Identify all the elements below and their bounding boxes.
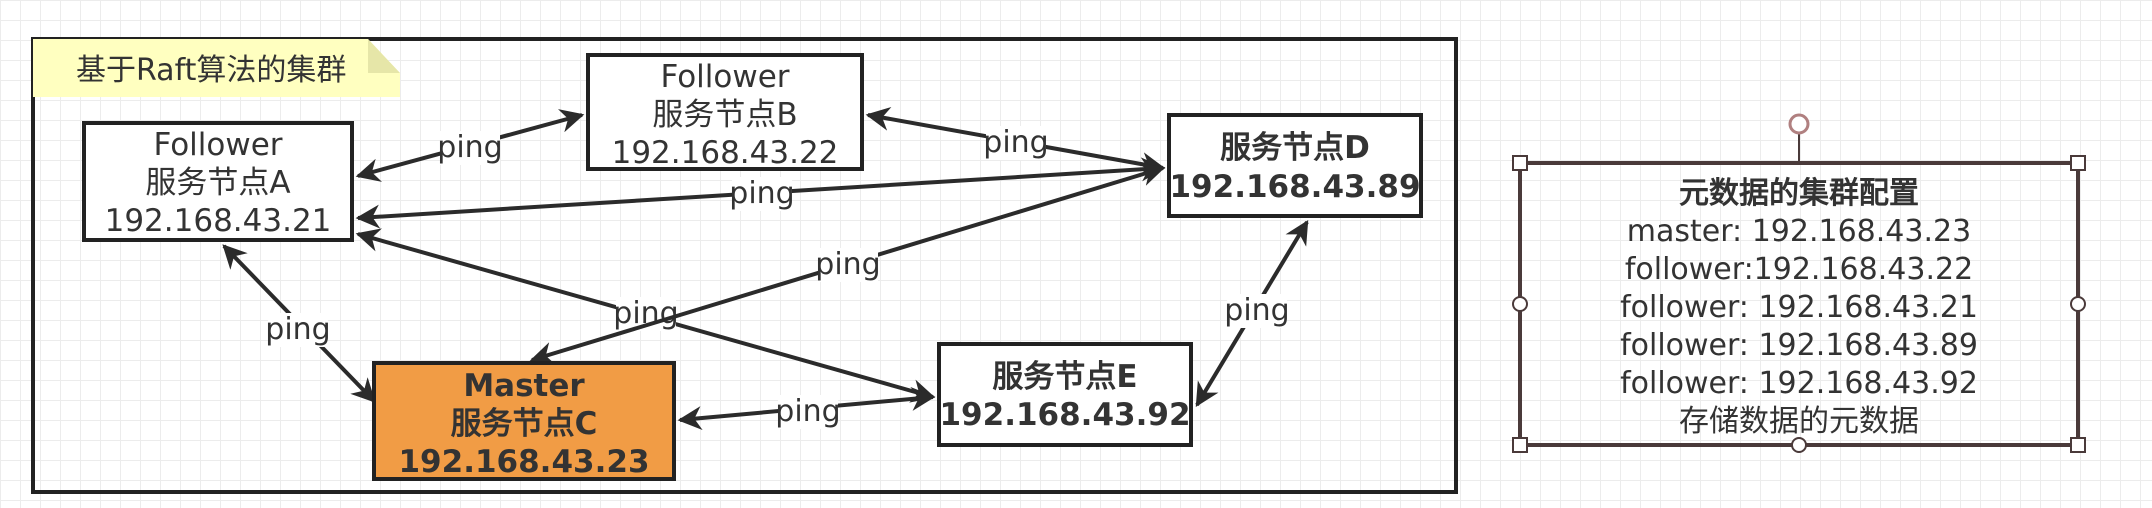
node-b-role: Follower: [660, 59, 789, 95]
edge-label-c-e: ping: [775, 394, 840, 429]
resize-handle-bottom[interactable]: [1791, 437, 1807, 453]
edge-label-a-c: ping: [265, 312, 330, 347]
node-e-ip: 192.168.43.92: [939, 397, 1190, 433]
cluster-title: 基于Raft算法的集群: [76, 53, 346, 88]
resize-handle-left[interactable]: [1512, 296, 1528, 312]
metadata-box[interactable]: 元数据的集群配置 master: 192.168.43.23 follower:…: [1518, 161, 2080, 447]
edge-label-c-d: ping: [815, 247, 880, 282]
metadata-line-follower-b: follower:192.168.43.22: [1625, 252, 1973, 287]
metadata-title: 元数据的集群配置: [1679, 176, 1919, 211]
metadata-line-master: master: 192.168.43.23: [1627, 214, 1971, 249]
edge-label-a-b: ping: [437, 130, 502, 165]
rotate-handle[interactable]: [1788, 113, 1810, 135]
metadata-line-follower-a: follower: 192.168.43.21: [1620, 290, 1978, 325]
node-b-name: 服务节点B: [652, 97, 797, 133]
node-b[interactable]: Follower 服务节点B 192.168.43.22: [586, 53, 864, 171]
node-d-name: 服务节点D: [1220, 130, 1370, 166]
resize-handle-right[interactable]: [2070, 296, 2086, 312]
node-d-ip: 192.168.43.89: [1169, 169, 1420, 205]
cluster-title-note[interactable]: 基于Raft算法的集群: [33, 39, 400, 97]
node-c-name: 服务节点C: [451, 406, 598, 442]
node-c-ip: 192.168.43.23: [398, 444, 649, 480]
resize-handle-bottom-left[interactable]: [1512, 437, 1528, 453]
resize-handle-top-left[interactable]: [1512, 155, 1528, 171]
diagram-canvas: 基于Raft算法的集群 ping ping ping ping ping ping ping…: [31, 37, 2086, 494]
resize-handle-top-right[interactable]: [2070, 155, 2086, 171]
node-d[interactable]: 服务节点D 192.168.43.89: [1167, 113, 1423, 218]
node-a-ip: 192.168.43.21: [105, 203, 332, 239]
node-a-name: 服务节点A: [145, 165, 290, 201]
node-a-role: Follower: [153, 127, 282, 163]
node-a[interactable]: Follower 服务节点A 192.168.43.21: [82, 121, 354, 242]
node-b-ip: 192.168.43.22: [612, 135, 839, 171]
resize-handle-bottom-right[interactable]: [2070, 437, 2086, 453]
edge-label-a-d: ping: [729, 176, 794, 211]
node-e-name: 服务节点E: [992, 359, 1137, 395]
node-e[interactable]: 服务节点E 192.168.43.92: [937, 342, 1193, 447]
metadata-line-follower-e: follower: 192.168.43.92: [1620, 366, 1978, 401]
metadata-line-follower-d: follower: 192.168.43.89: [1620, 328, 1978, 363]
node-c[interactable]: Master 服务节点C 192.168.43.23: [372, 361, 676, 481]
node-c-role: Master: [463, 368, 585, 404]
edge-label-d-e: ping: [1224, 293, 1289, 328]
metadata-line-storage: 存储数据的元数据: [1679, 404, 1919, 439]
edge-label-b-d: ping: [983, 125, 1048, 160]
